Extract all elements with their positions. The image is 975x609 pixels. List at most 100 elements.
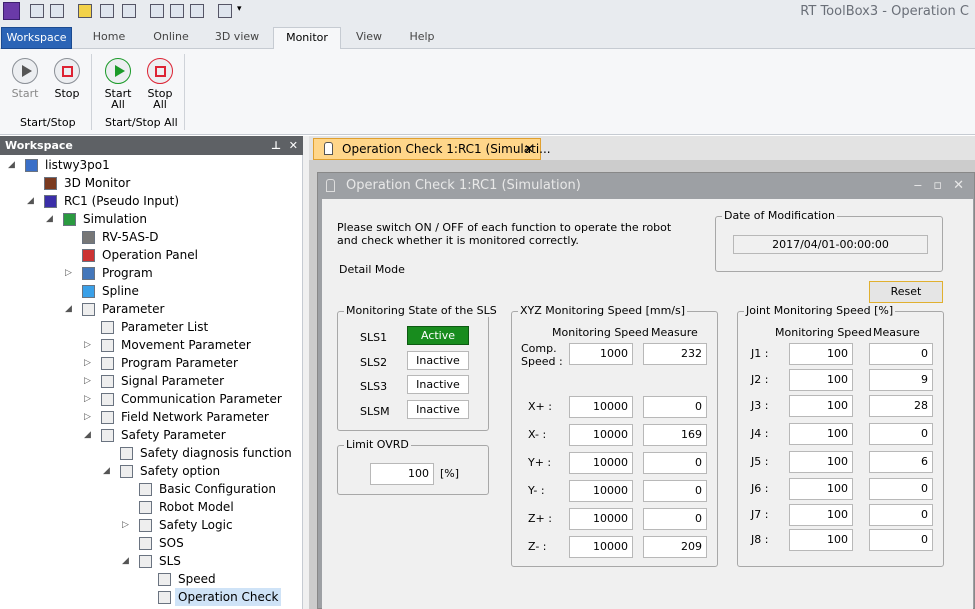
expand-icon[interactable]: ▷ (84, 372, 91, 390)
tree-node[interactable]: SOS (0, 534, 300, 552)
tile-horizontal-icon[interactable] (170, 4, 184, 18)
tree-node[interactable]: 3D Monitor (0, 174, 300, 192)
tree-node[interactable]: Speed (0, 570, 300, 588)
tree-node[interactable]: Parameter List (0, 318, 300, 336)
xyz-monitoring-field[interactable]: 10000 (569, 508, 633, 530)
customize-dropdown-icon[interactable]: ▾ (237, 4, 242, 14)
tab-help[interactable]: Help (398, 27, 446, 49)
xyz-col-monitoring: Monitoring Speed (552, 326, 649, 339)
expand-icon[interactable]: ▷ (84, 408, 91, 426)
comp-monitoring-field[interactable]: 1000 (569, 343, 633, 365)
quick-access-toolbar: ▾ RT ToolBox3 - Operation C (0, 0, 975, 24)
tab-home[interactable]: Home (80, 27, 138, 49)
joint-monitoring-field[interactable]: 100 (789, 395, 853, 417)
tree-node[interactable]: ▷ Movement Parameter (0, 336, 300, 354)
stop-all-icon (147, 58, 173, 84)
tree-node-label: Movement Parameter (121, 338, 251, 352)
tree-node[interactable]: ◢ Safety option (0, 462, 300, 480)
joint-monitoring-field[interactable]: 100 (789, 343, 853, 365)
collapse-icon[interactable]: ◢ (122, 552, 129, 570)
tree-node[interactable]: ▷ Program Parameter (0, 354, 300, 372)
tree-node[interactable]: ◢ Simulation (0, 210, 300, 228)
limit-ovrd-field[interactable]: 100 (370, 463, 434, 485)
tree-node[interactable]: Operation Panel (0, 246, 300, 264)
collapse-icon[interactable]: ◢ (65, 300, 72, 318)
joint-label: J7 : (751, 508, 769, 521)
cascade-icon[interactable] (150, 4, 164, 18)
tree-node[interactable]: ▷ Program (0, 264, 300, 282)
stop-button[interactable]: Stop (47, 58, 87, 99)
tree-node[interactable]: ◢ SLS (0, 552, 300, 570)
expand-icon[interactable]: ▷ (84, 354, 91, 372)
close-icon[interactable]: ✕ (289, 136, 298, 155)
expand-icon[interactable]: ▷ (84, 390, 91, 408)
tree-node[interactable]: Robot Model (0, 498, 300, 516)
pin-icon[interactable]: ⊥ (271, 136, 281, 155)
xyz-monitoring-field[interactable]: 10000 (569, 536, 633, 558)
tab-operation-check[interactable]: Operation Check 1:RC1 (Simulati... ✕ (313, 138, 551, 160)
xyz-monitoring-field[interactable]: 10000 (569, 452, 633, 474)
window-list-icon[interactable] (218, 4, 232, 18)
start-button[interactable]: Start (5, 58, 45, 99)
expand-icon[interactable]: ▷ (84, 336, 91, 354)
collapse-icon[interactable]: ◢ (27, 192, 34, 210)
xyz-col-measure: Measure (651, 326, 698, 339)
xyz-axis-label: Z+ : (528, 512, 552, 525)
tree-node-label: Robot Model (159, 500, 234, 514)
tree-node[interactable]: Operation Check (0, 588, 300, 606)
joint-monitoring-field[interactable]: 100 (789, 529, 853, 551)
tree-node[interactable]: ▷ Field Network Parameter (0, 408, 300, 426)
stop-icon (54, 58, 80, 84)
tree-node[interactable]: ◢ listwy3po1 (0, 156, 300, 174)
app-logo-icon[interactable] (3, 2, 20, 20)
close-icon[interactable]: ✕ (524, 139, 534, 159)
xyz-monitoring-field[interactable]: 10000 (569, 424, 633, 446)
tab-view[interactable]: View (345, 27, 393, 49)
joint-monitoring-field[interactable]: 100 (789, 369, 853, 391)
tile-vertical-icon[interactable] (190, 4, 204, 18)
save-icon[interactable] (30, 4, 44, 18)
tree-node[interactable]: Spline (0, 282, 300, 300)
detail-mode-label: Detail Mode (339, 263, 405, 276)
tree-node[interactable]: ◢ RC1 (Pseudo Input) (0, 192, 300, 210)
parameter-item-icon (101, 339, 114, 352)
xyz-monitoring-field[interactable]: 10000 (569, 396, 633, 418)
tree-node[interactable]: RV-5AS-D (0, 228, 300, 246)
collapse-icon[interactable]: ◢ (103, 462, 110, 480)
joint-monitoring-field[interactable]: 100 (789, 423, 853, 445)
stop-all-button[interactable]: Stop All (140, 58, 180, 110)
tab-3d-view[interactable]: 3D view (205, 27, 269, 49)
tool-icon[interactable] (78, 4, 92, 18)
close-icon[interactable]: ✕ (953, 173, 964, 199)
graph-icon[interactable] (100, 4, 114, 18)
tab-online[interactable]: Online (142, 27, 200, 49)
trend-icon[interactable] (122, 4, 136, 18)
parameter-item-icon (139, 483, 152, 496)
tree-node[interactable]: ▷ Signal Parameter (0, 372, 300, 390)
collapse-icon[interactable]: ◢ (46, 210, 53, 228)
tree-node[interactable]: ▷ Communication Parameter (0, 390, 300, 408)
joint-monitoring-field[interactable]: 100 (789, 504, 853, 526)
tree-node[interactable]: Safety diagnosis function (0, 444, 300, 462)
collapse-icon[interactable]: ◢ (8, 156, 15, 174)
minimize-icon[interactable]: ‒ (914, 173, 922, 199)
print-icon[interactable] (50, 4, 64, 18)
limit-ovrd-unit: [%] (440, 467, 460, 480)
start-all-button[interactable]: Start All (98, 58, 138, 110)
tab-workspace[interactable]: Workspace (1, 27, 72, 49)
joint-monitoring-field[interactable]: 100 (789, 451, 853, 473)
joint-monitoring-field[interactable]: 100 (789, 478, 853, 500)
comp-label-1: Comp. (521, 342, 557, 355)
tree-node[interactable]: ◢ Safety Parameter (0, 426, 300, 444)
tree-node[interactable]: ▷ Safety Logic (0, 516, 300, 534)
expand-icon[interactable]: ▷ (122, 516, 129, 534)
collapse-icon[interactable]: ◢ (84, 426, 91, 444)
maximize-icon[interactable]: ▫ (933, 173, 942, 199)
tab-monitor[interactable]: Monitor (273, 27, 341, 50)
reset-button[interactable]: Reset (869, 281, 943, 303)
expand-icon[interactable]: ▷ (65, 264, 72, 282)
tree-node[interactable]: ◢ Parameter (0, 300, 300, 318)
tree-node-label: Simulation (83, 212, 147, 226)
xyz-monitoring-field[interactable]: 10000 (569, 480, 633, 502)
tree-node[interactable]: Basic Configuration (0, 480, 300, 498)
